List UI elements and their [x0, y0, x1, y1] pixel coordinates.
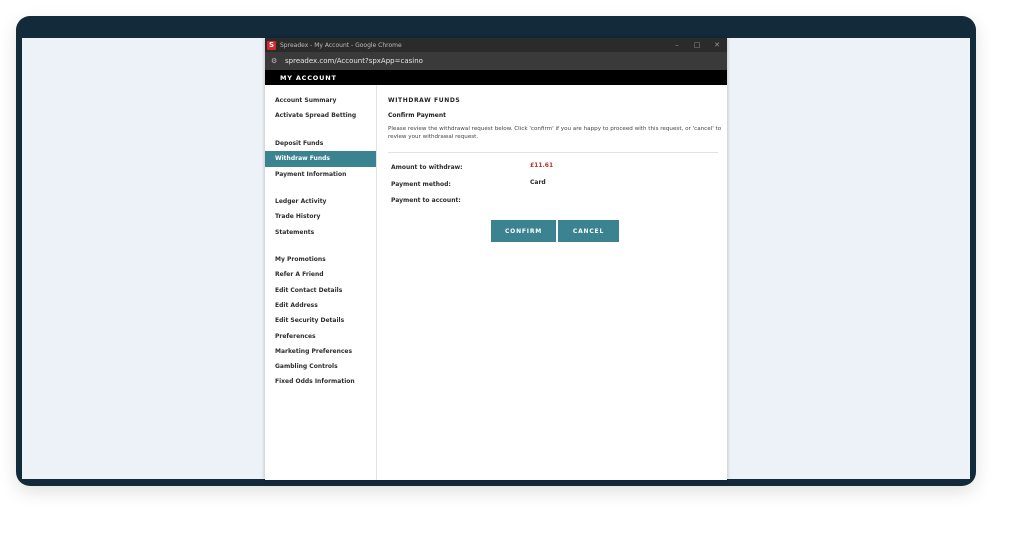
sidebar-item-edit-address[interactable]: Edit Address	[265, 298, 376, 313]
amount-label: Amount to withdraw:	[391, 164, 463, 171]
payment-method-value: Card	[530, 179, 546, 186]
page-title: MY ACCOUNT	[280, 73, 337, 82]
payment-account-label: Payment to account:	[391, 197, 461, 204]
close-icon[interactable]: ✕	[707, 41, 727, 49]
maximize-icon[interactable]: □	[687, 41, 707, 49]
sidebar-item-payment-information[interactable]: Payment Information	[265, 167, 376, 182]
sidebar-item-statements[interactable]: Statements	[265, 225, 376, 240]
sidebar-item-withdraw-funds[interactable]: Withdraw Funds	[265, 151, 376, 167]
sidebar-item-deposit-funds[interactable]: Deposit Funds	[265, 136, 376, 151]
sidebar-item-account-summary[interactable]: Account Summary	[265, 93, 376, 108]
sidebar-item-marketing-preferences[interactable]: Marketing Preferences	[265, 344, 376, 359]
sidebar-item-trade-history[interactable]: Trade History	[265, 209, 376, 224]
minimize-icon[interactable]: –	[667, 41, 687, 49]
confirm-button[interactable]: CONFIRM	[491, 220, 556, 242]
amount-value: £11.61	[530, 162, 554, 169]
section-heading: WITHDRAW FUNDS	[388, 97, 461, 104]
cancel-button[interactable]: CANCEL	[558, 220, 619, 242]
sidebar-item-activate-spread-betting[interactable]: Activate Spread Betting	[265, 108, 376, 123]
sidebar-item-preferences[interactable]: Preferences	[265, 329, 376, 344]
main-panel: WITHDRAW FUNDS Confirm Payment Please re…	[388, 85, 721, 480]
url-text[interactable]: spreadex.com/Account?spxApp=casino	[285, 57, 423, 65]
window-titlebar: S Spreadex - My Account - Google Chrome …	[265, 38, 727, 52]
address-bar[interactable]: ⚙ spreadex.com/Account?spxApp=casino	[265, 52, 727, 70]
spreadex-logo-icon: S	[267, 40, 276, 50]
sidebar-item-my-promotions[interactable]: My Promotions	[265, 252, 376, 267]
browser-window: S Spreadex - My Account - Google Chrome …	[265, 38, 727, 480]
account-header: MY ACCOUNT	[265, 70, 727, 85]
sidebar: Account Summary Activate Spread Betting …	[265, 85, 377, 480]
page-content: Account Summary Activate Spread Betting …	[265, 85, 727, 480]
sidebar-item-edit-contact-details[interactable]: Edit Contact Details	[265, 283, 376, 298]
sidebar-item-edit-security-details[interactable]: Edit Security Details	[265, 313, 376, 328]
sidebar-item-gambling-controls[interactable]: Gambling Controls	[265, 359, 376, 374]
sidebar-item-refer-a-friend[interactable]: Refer A Friend	[265, 267, 376, 282]
sidebar-item-ledger-activity[interactable]: Ledger Activity	[265, 194, 376, 209]
divider	[388, 152, 718, 153]
section-subheading: Confirm Payment	[388, 112, 447, 119]
site-settings-icon[interactable]: ⚙	[271, 57, 281, 65]
window-title: Spreadex - My Account - Google Chrome	[280, 41, 402, 49]
sidebar-item-fixed-odds-information[interactable]: Fixed Odds Information	[265, 374, 376, 389]
payment-method-label: Payment method:	[391, 181, 451, 188]
instructions-text: Please review the withdrawal request bel…	[388, 126, 722, 140]
